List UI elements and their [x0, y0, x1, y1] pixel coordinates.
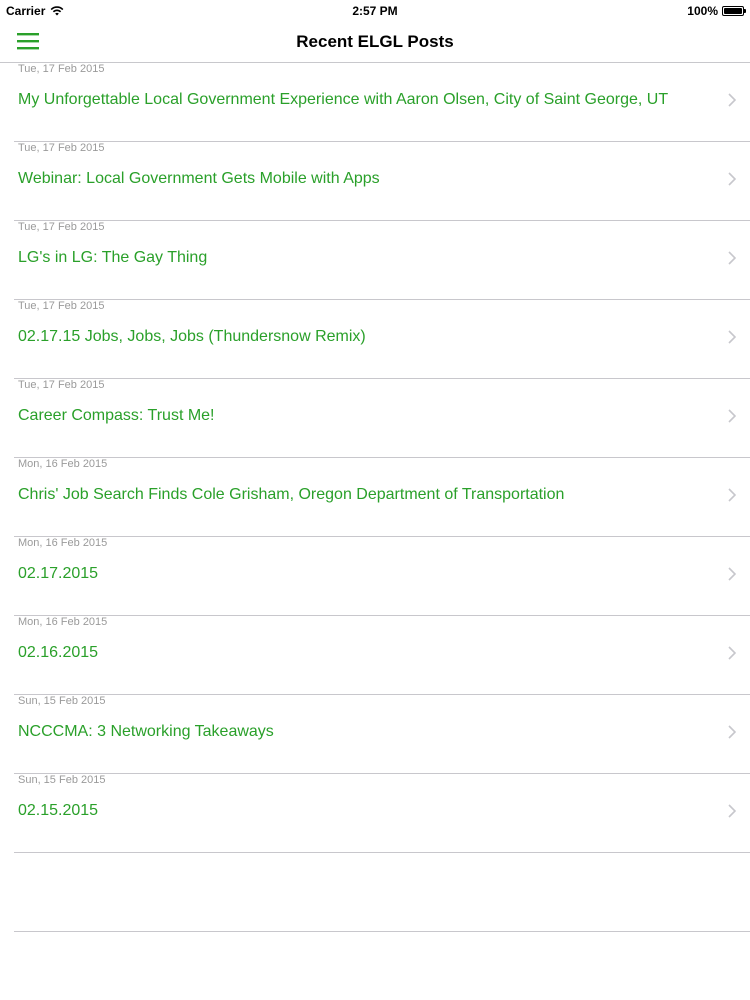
post-title: My Unforgettable Local Government Experi…: [18, 91, 669, 108]
post-row[interactable]: Tue, 17 Feb 2015 02.17.15 Jobs, Jobs, Jo…: [14, 300, 750, 379]
chevron-right-icon: [728, 93, 736, 107]
post-date: Tue, 17 Feb 2015: [18, 300, 105, 312]
battery-percent: 100%: [687, 4, 718, 18]
chevron-right-icon: [728, 409, 736, 423]
post-title: 02.16.2015: [18, 644, 99, 661]
empty-row: [14, 853, 750, 932]
post-row[interactable]: Sun, 15 Feb 2015 NCCCMA: 3 Networking Ta…: [14, 695, 750, 774]
post-date: Mon, 16 Feb 2015: [18, 537, 108, 549]
status-bar: Carrier 2:57 PM 100%: [0, 0, 750, 22]
post-title: Career Compass: Trust Me!: [18, 407, 215, 424]
chevron-right-icon: [728, 804, 736, 818]
chevron-right-icon: [728, 251, 736, 265]
post-date: Tue, 17 Feb 2015: [18, 221, 105, 233]
navigation-bar: Recent ELGL Posts: [0, 22, 750, 63]
chevron-right-icon: [728, 725, 736, 739]
post-row[interactable]: Tue, 17 Feb 2015 LG's in LG: The Gay Thi…: [14, 221, 750, 300]
chevron-right-icon: [728, 488, 736, 502]
post-row[interactable]: Mon, 16 Feb 2015 02.17.2015: [14, 537, 750, 616]
post-title: LG's in LG: The Gay Thing: [18, 249, 208, 266]
battery-icon: [722, 6, 746, 16]
post-date: Mon, 16 Feb 2015: [18, 458, 108, 470]
post-date: Tue, 17 Feb 2015: [18, 142, 105, 154]
post-date: Tue, 17 Feb 2015: [18, 63, 105, 75]
status-time: 2:57 PM: [352, 4, 398, 18]
status-right: 100%: [687, 4, 746, 18]
screen: Carrier 2:57 PM 100% Recent ELGL Posts T…: [0, 0, 750, 1000]
post-row[interactable]: Mon, 16 Feb 2015 Chris' Job Search Finds…: [14, 458, 750, 537]
post-row[interactable]: Tue, 17 Feb 2015 My Unforgettable Local …: [14, 63, 750, 142]
post-date: Sun, 15 Feb 2015: [18, 695, 106, 707]
post-date: Tue, 17 Feb 2015: [18, 379, 105, 391]
post-title: 02.17.15 Jobs, Jobs, Jobs (Thundersnow R…: [18, 328, 366, 345]
page-title: Recent ELGL Posts: [296, 32, 454, 51]
post-title: NCCCMA: 3 Networking Takeaways: [18, 723, 274, 740]
post-list: Tue, 17 Feb 2015 My Unforgettable Local …: [0, 63, 750, 1000]
post-row[interactable]: Sun, 15 Feb 2015 02.15.2015: [14, 774, 750, 853]
post-title: Chris' Job Search Finds Cole Grisham, Or…: [18, 486, 565, 503]
chevron-right-icon: [728, 567, 736, 581]
post-date: Sun, 15 Feb 2015: [18, 774, 106, 786]
chevron-right-icon: [728, 646, 736, 660]
post-title: 02.15.2015: [18, 802, 99, 819]
post-row[interactable]: Tue, 17 Feb 2015 Webinar: Local Governme…: [14, 142, 750, 221]
chevron-right-icon: [728, 330, 736, 344]
empty-row: [14, 932, 750, 1000]
post-title: Webinar: Local Government Gets Mobile wi…: [18, 170, 380, 187]
post-date: Mon, 16 Feb 2015: [18, 616, 108, 628]
post-title: 02.17.2015: [18, 565, 99, 582]
chevron-right-icon: [728, 172, 736, 186]
post-row[interactable]: Mon, 16 Feb 2015 02.16.2015: [14, 616, 750, 695]
post-row[interactable]: Tue, 17 Feb 2015 Career Compass: Trust M…: [14, 379, 750, 458]
